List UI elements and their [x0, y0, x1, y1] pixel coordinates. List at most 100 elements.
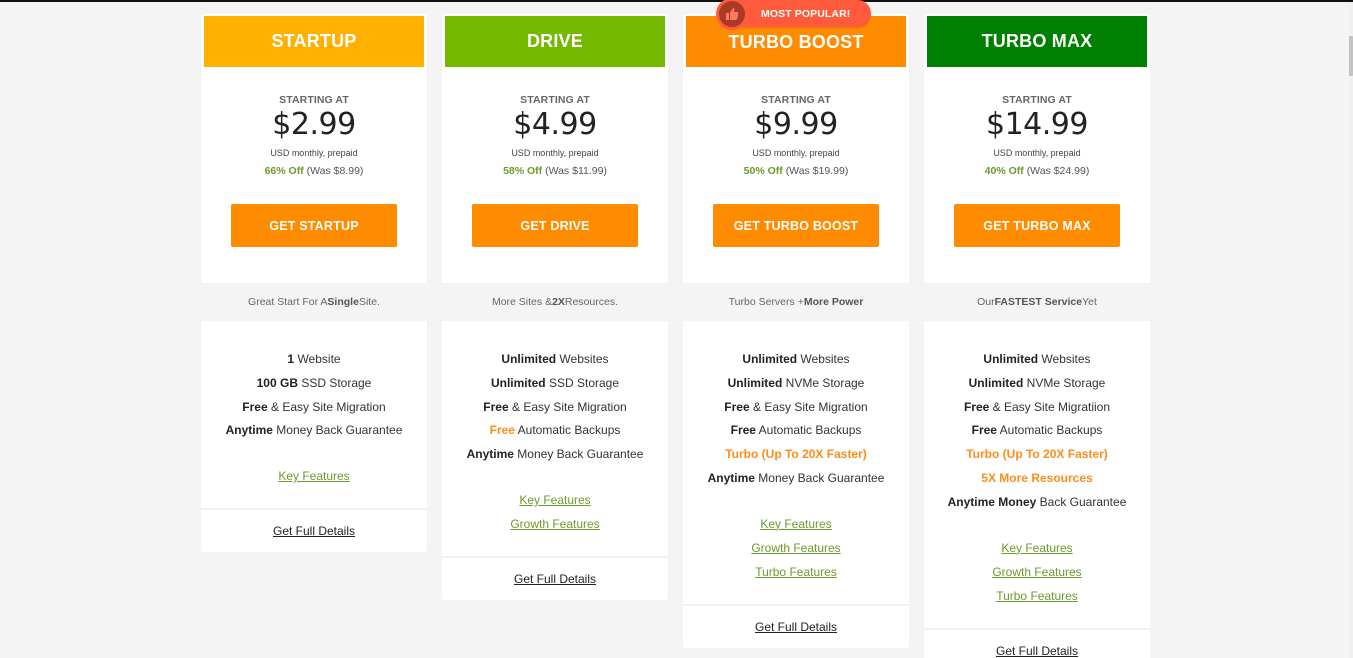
- plan-header: DRIVE: [445, 16, 665, 67]
- feature-item: Free Automatic Backups: [924, 419, 1150, 443]
- plan-tagline: More Sites & 2X Resources.: [442, 283, 668, 321]
- feature-item: Anytime Money Back Guarantee: [442, 443, 668, 467]
- discount-percent: 50% Off: [743, 165, 783, 177]
- tagline-text: Great Start For A: [248, 296, 328, 308]
- billing-period: USD monthly, prepaid: [511, 148, 599, 158]
- feature-bold: Unlimited: [968, 375, 1024, 390]
- feature-item: Free & Easy Site Migration: [201, 396, 427, 420]
- tagline-text: Yet: [1082, 296, 1097, 308]
- feature-item: Unlimited Websites: [442, 348, 668, 372]
- feature-text: Websites: [797, 352, 850, 366]
- scrollbar-thumb[interactable]: [1349, 36, 1353, 76]
- feature-list: Unlimited Websites Unlimited SSD Storage…: [442, 321, 668, 556]
- growth-features-link[interactable]: Growth Features: [924, 560, 1150, 584]
- starting-at-label: STARTING AT: [279, 94, 349, 106]
- original-price: (Was $8.99): [306, 165, 364, 177]
- feature-text: Automatic Backups: [996, 423, 1103, 438]
- feature-item: Free Automatic Backups: [683, 419, 909, 443]
- growth-features-link[interactable]: Growth Features: [442, 512, 668, 536]
- details-row: Get Full Details: [924, 627, 1150, 658]
- plan-tagline: Our FASTEST Service Yet: [924, 283, 1150, 321]
- get-turbo-max-button[interactable]: GET TURBO MAX: [954, 204, 1120, 247]
- tagline-bold: Single: [327, 296, 359, 308]
- plan-name: STARTUP: [271, 31, 357, 51]
- feature-text: & Easy Site Migratiion: [989, 399, 1111, 414]
- feature-item-resources: 5X More Resources: [981, 470, 1093, 485]
- scrollbar-track[interactable]: [1349, 2, 1353, 658]
- feature-links: Key Features Growth Features: [442, 488, 668, 556]
- plan-name: DRIVE: [526, 31, 583, 51]
- get-drive-button[interactable]: GET DRIVE: [472, 204, 638, 247]
- details-row: Get Full Details: [683, 603, 909, 648]
- feature-text: & Easy Site Migration: [508, 399, 627, 414]
- plan-price: $9.99: [754, 107, 838, 142]
- get-startup-button[interactable]: GET STARTUP: [231, 204, 397, 247]
- plan-price: $2.99: [272, 107, 356, 142]
- feature-list: Unlimited Websites Unlimited NVMe Storag…: [924, 321, 1150, 628]
- feature-item: Free & Easy Site Migration: [683, 396, 909, 420]
- feature-text: Back Guarantee: [1036, 494, 1127, 509]
- feature-bold: 100 GB: [256, 375, 298, 390]
- original-price: (Was $24.99): [1026, 165, 1090, 177]
- tagline-bold: 2X: [552, 296, 565, 308]
- plan-tagline: Great Start For A Single Site.: [201, 283, 427, 321]
- feature-item-turbo: Turbo (Up To 20X Faster): [966, 447, 1108, 462]
- get-full-details-link[interactable]: Get Full Details: [273, 524, 355, 538]
- tagline-text: More Sites &: [491, 296, 553, 308]
- feature-list: Unlimited Websites Unlimited NVMe Storag…: [683, 321, 909, 604]
- key-features-link[interactable]: Key Features: [683, 512, 909, 536]
- key-features-link[interactable]: Key Features: [201, 464, 427, 488]
- get-full-details-link[interactable]: Get Full Details: [996, 644, 1078, 658]
- tagline-bold: More Power: [803, 296, 864, 308]
- key-features-link[interactable]: Key Features: [442, 488, 668, 512]
- feature-item: Anytime Money Back Guarantee: [924, 491, 1150, 515]
- feature-text: Money Back Guarantee: [272, 423, 403, 438]
- plan-price: $4.99: [513, 107, 597, 142]
- feature-text: NVMe Storage: [1023, 375, 1106, 390]
- key-features-link[interactable]: Key Features: [924, 536, 1150, 560]
- feature-text: Automatic Backups: [514, 423, 621, 438]
- feature-bold: Free: [963, 399, 990, 414]
- most-popular-badge: MOST POPULAR!: [716, 0, 871, 30]
- turbo-features-link[interactable]: Turbo Features: [683, 560, 909, 584]
- discount-info: 58% Off (Was $11.99): [442, 165, 668, 177]
- discount-info: 40% Off (Was $24.99): [924, 165, 1150, 177]
- feature-links: Key Features Growth Features Turbo Featu…: [683, 512, 909, 604]
- feature-bold: Free: [242, 399, 268, 414]
- price-block: STARTING AT $9.99 USD monthly, prepaid 5…: [683, 67, 909, 283]
- feature-item: Unlimited Websites: [683, 348, 909, 372]
- plan-card-startup: STARTUP STARTING AT $2.99 USD monthly, p…: [201, 14, 427, 553]
- original-price: (Was $11.99): [545, 165, 607, 177]
- feature-text: Websites: [556, 352, 609, 366]
- badge-icon-wrap: [716, 0, 748, 30]
- plan-card-drive: DRIVE STARTING AT $4.99 USD monthly, pre…: [442, 14, 668, 600]
- feature-text: Money Back Guarantee: [754, 470, 885, 485]
- feature-text: SSD Storage: [297, 375, 372, 390]
- feature-text: & Easy Site Migration: [749, 399, 868, 414]
- details-row: Get Full Details: [201, 508, 427, 552]
- feature-item: Free & Easy Site Migration: [442, 396, 668, 420]
- price-block: STARTING AT $14.99 USD monthly, prepaid …: [924, 67, 1150, 283]
- feature-text: Automatic Backups: [755, 423, 862, 438]
- feature-item: Free & Easy Site Migratiion: [924, 396, 1150, 420]
- feature-bold: Free: [724, 399, 750, 414]
- feature-text: & Easy Site Migration: [267, 399, 386, 414]
- feature-bold: Unlimited: [501, 352, 557, 366]
- pricing-plans: STARTUP STARTING AT $2.99 USD monthly, p…: [201, 0, 1150, 658]
- feature-links: Key Features Growth Features Turbo Featu…: [924, 536, 1150, 628]
- feature-item: Unlimited NVMe Storage: [683, 372, 909, 396]
- feature-text: Website: [294, 352, 341, 366]
- turbo-features-link[interactable]: Turbo Features: [924, 584, 1150, 608]
- growth-features-link[interactable]: Growth Features: [683, 536, 909, 560]
- get-full-details-link[interactable]: Get Full Details: [755, 620, 837, 634]
- plan-card-turbo-max: TURBO MAX STARTING AT $14.99 USD monthly…: [924, 14, 1150, 658]
- details-row: Get Full Details: [442, 555, 668, 600]
- feature-item: 1 Website: [201, 348, 427, 372]
- get-full-details-link[interactable]: Get Full Details: [514, 572, 596, 586]
- discount-info: 66% Off (Was $8.99): [201, 165, 427, 177]
- starting-at-label: STARTING AT: [520, 94, 590, 106]
- feature-item: Anytime Money Back Guarantee: [683, 467, 909, 491]
- get-turbo-boost-button[interactable]: GET TURBO BOOST: [713, 204, 879, 247]
- feature-list: 1 Website 100 GB SSD Storage Free & Easy…: [201, 321, 427, 508]
- feature-text: SSD Storage: [545, 375, 620, 390]
